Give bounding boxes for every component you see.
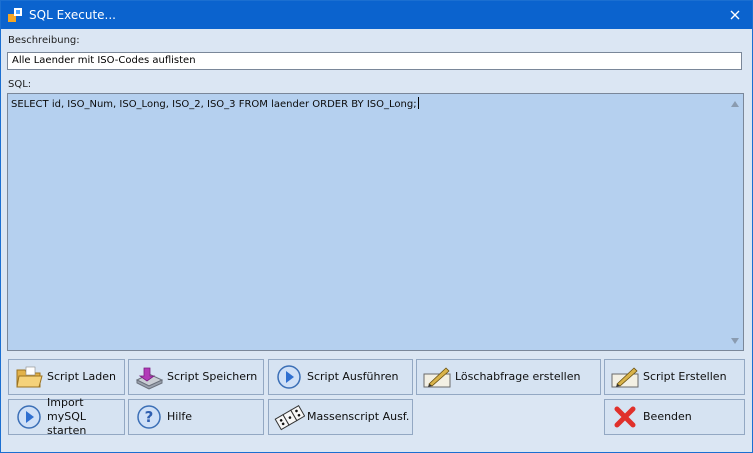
play-icon [273,362,305,392]
beschreibung-label: Beschreibung: [8,35,80,46]
script-speichern-label: Script Speichern [167,370,258,383]
play-icon [13,402,45,432]
scroll-up-arrow-icon[interactable] [731,101,739,107]
beenden-label: Beenden [643,410,692,423]
hilfe-button[interactable]: ? Hilfe [128,399,264,435]
close-button[interactable] [726,6,744,24]
window-title: SQL Execute... [29,8,116,22]
loeschabfrage-button[interactable]: Löschabfrage erstellen [416,359,601,395]
beenden-button[interactable]: Beenden [604,399,745,435]
massenscript-label: Massenscript Ausf. [307,410,410,423]
sql-text: SELECT id, ISO_Num, ISO_Long, ISO_2, ISO… [11,99,417,110]
script-erstellen-label: Script Erstellen [643,370,727,383]
title-bar: SQL Execute... [1,1,752,29]
text-caret [417,97,419,109]
sql-scrollbar[interactable] [727,94,743,350]
help-icon: ? [133,402,165,432]
import-mysql-label-line1: Import mySQL [47,396,86,423]
save-disk-icon [133,362,165,392]
domino-icon [273,402,305,432]
dialog-body: Beschreibung: SQL: SELECT id, ISO_Num, I… [1,29,752,452]
script-erstellen-button[interactable]: Script Erstellen [604,359,745,395]
pen-edit-icon [609,362,641,392]
hilfe-label: Hilfe [167,410,193,423]
loeschabfrage-label: Löschabfrage erstellen [455,370,581,383]
scroll-down-arrow-icon[interactable] [731,338,739,344]
beschreibung-input[interactable] [7,52,742,70]
script-laden-label: Script Laden [47,370,116,383]
massenscript-button[interactable]: Massenscript Ausf. [268,399,413,435]
app-icon [7,7,23,23]
close-icon [730,10,740,20]
pen-edit-icon [421,362,453,392]
script-ausfuehren-label: Script Ausführen [307,370,399,383]
cancel-x-icon [609,402,641,432]
import-mysql-button[interactable]: Import mySQL starten [8,396,125,437]
sql-execute-window: SQL Execute... Beschreibung: SQL: SELECT… [0,0,753,453]
sql-textarea[interactable]: SELECT id, ISO_Num, ISO_Long, ISO_2, ISO… [7,93,744,351]
script-speichern-button[interactable]: Script Speichern [128,359,264,395]
import-mysql-label-line2: starten [47,424,87,437]
svg-text:?: ? [145,408,154,426]
script-laden-button[interactable]: Script Laden [8,359,125,395]
script-ausfuehren-button[interactable]: Script Ausführen [268,359,413,395]
sql-label: SQL: [8,79,32,90]
folder-icon [13,362,45,392]
